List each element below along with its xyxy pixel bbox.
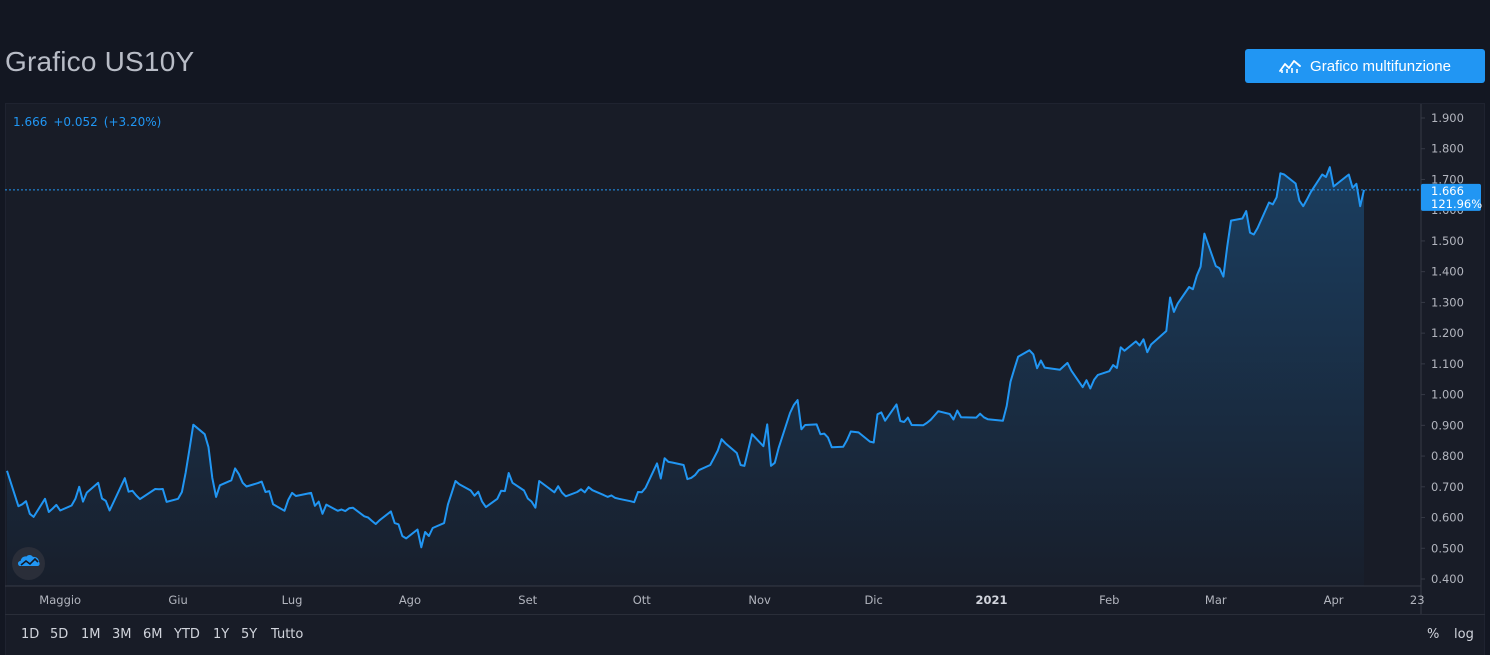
last-price-value: 1.666 (1431, 184, 1464, 198)
x-tick-label: Maggio (39, 593, 81, 607)
y-tick-label: 1.000 (1431, 388, 1464, 402)
bottom-toolbar: 1D 5D 1M 3M 6M YTD 1Y 5Y Tutto % log (5, 614, 1485, 655)
y-tick-label: 1.300 (1431, 295, 1464, 309)
x-tick-label: Giu (168, 593, 187, 607)
legend-change-pct: (+3.20%) (103, 115, 162, 129)
x-tick-label: Set (518, 593, 537, 607)
y-tick-label: 1.100 (1431, 357, 1464, 371)
x-tick-label: Ott (633, 593, 652, 607)
cloud-logo-icon (17, 554, 40, 573)
y-tick-label: 0.500 (1431, 541, 1464, 555)
y-tick-label: 1.800 (1431, 142, 1464, 156)
y-tick-label: 0.800 (1431, 449, 1464, 463)
y-tick-label: 0.600 (1431, 511, 1464, 525)
y-tick-label: 0.400 (1431, 572, 1464, 586)
legend-last: 1.666 (13, 115, 48, 129)
range-1y-button[interactable]: 1Y (213, 627, 229, 642)
range-1d-button[interactable]: 1D (21, 627, 39, 642)
percent-scale-button[interactable]: % (1427, 627, 1439, 642)
y-tick-label: 1.500 (1431, 234, 1464, 248)
legend-change: +0.052 (53, 115, 98, 129)
x-tick-label: 23 (1410, 593, 1425, 607)
range-6m-button[interactable]: 6M (143, 627, 163, 642)
range-ytd-button[interactable]: YTD (174, 627, 200, 642)
legend: 1.666 +0.052 (+3.20%) (13, 115, 167, 129)
range-5y-button[interactable]: 5Y (241, 627, 257, 642)
x-tick-label: 2021 (975, 593, 1007, 607)
x-tick-label: Nov (748, 593, 771, 607)
range-3m-button[interactable]: 3M (112, 627, 132, 642)
last-price-label: 1.666 121.96% (1421, 183, 1482, 211)
x-tick-label: Mar (1205, 593, 1227, 607)
series-area (7, 167, 1364, 586)
range-1m-button[interactable]: 1M (81, 627, 101, 642)
x-tick-label: Lug (282, 593, 303, 607)
x-tick-label: Dic (864, 593, 882, 607)
y-tick-label: 0.700 (1431, 480, 1464, 494)
y-tick-label: 1.200 (1431, 326, 1464, 340)
tradingview-logo[interactable] (12, 547, 45, 580)
x-tick-label: Feb (1099, 593, 1119, 607)
y-tick-label: 0.900 (1431, 418, 1464, 432)
x-tick-label: Ago (399, 593, 421, 607)
x-tick-label: Apr (1324, 593, 1344, 607)
y-tick-label: 1.900 (1431, 111, 1464, 125)
y-tick-label: 1.400 (1431, 265, 1464, 279)
chart-canvas[interactable]: 1.9001.8001.7001.6001.5001.4001.3001.200… (0, 0, 1490, 614)
last-price-percent: 121.96% (1431, 197, 1482, 211)
log-scale-button[interactable]: log (1454, 627, 1474, 642)
range-5d-button[interactable]: 5D (50, 627, 68, 642)
range-all-button[interactable]: Tutto (271, 627, 303, 642)
